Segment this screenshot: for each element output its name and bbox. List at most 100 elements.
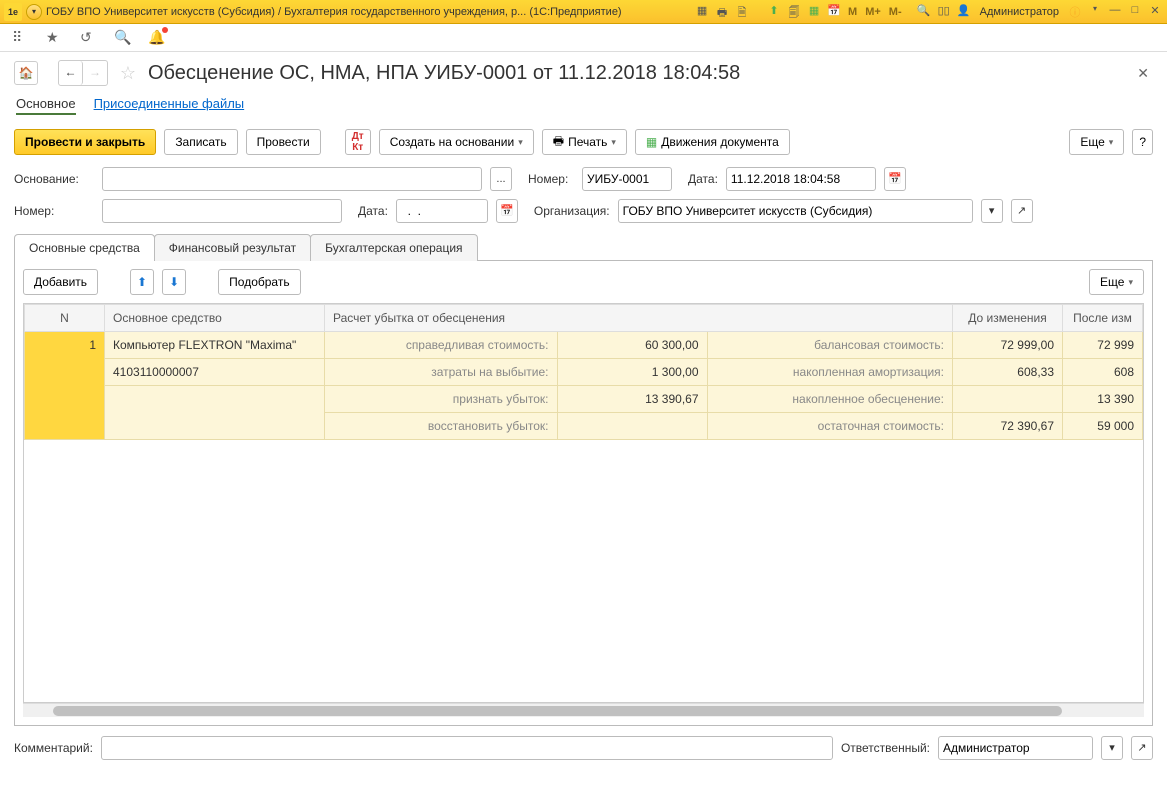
- memory-m-minus[interactable]: M-: [887, 6, 904, 18]
- footer-row: Комментарий: Ответственный: ▾ ↗: [14, 736, 1153, 760]
- more-button[interactable]: Еще▾: [1069, 129, 1124, 155]
- pick-button[interactable]: Подобрать: [218, 269, 300, 295]
- bell-icon[interactable]: 🔔: [148, 29, 166, 47]
- main-toolbar: ⠿ ★ ↺ 🔍 🔔: [0, 24, 1167, 52]
- date-input[interactable]: [726, 167, 876, 191]
- user-icon: 👤: [956, 4, 972, 20]
- cell-fair-value: 60 300,00: [557, 332, 707, 359]
- col-before[interactable]: До изменения: [953, 305, 1063, 332]
- cell-disposal: 1 300,00: [557, 359, 707, 386]
- tab-main[interactable]: Основное: [16, 96, 76, 115]
- report-icon[interactable]: 🗐: [786, 4, 802, 20]
- date-picker-button[interactable]: 📅: [884, 167, 906, 191]
- number-label: Номер:: [528, 172, 574, 186]
- basis-input[interactable]: [102, 167, 482, 191]
- basis-select-button[interactable]: ...: [490, 167, 512, 191]
- home-button[interactable]: 🏠: [14, 61, 38, 85]
- date2-picker-button[interactable]: 📅: [496, 199, 518, 223]
- responsible-input[interactable]: [938, 736, 1093, 760]
- info-caret[interactable]: ▾: [1087, 4, 1103, 20]
- create-based-button[interactable]: Создать на основании▾: [379, 129, 534, 155]
- cell-disposal-label: затраты на выбытие:: [325, 359, 558, 386]
- table-row[interactable]: 1 Компьютер FLEXTRON "Maxima" справедлив…: [25, 332, 1143, 359]
- history-icon[interactable]: ↺: [80, 29, 98, 47]
- print-icon[interactable]: 🖶: [714, 4, 730, 20]
- apps-icon[interactable]: ⠿: [12, 29, 30, 47]
- horizontal-scrollbar[interactable]: [23, 703, 1144, 717]
- zoom-icon[interactable]: 🔍: [916, 4, 932, 20]
- page-title: Обесценение ОС, НМА, НПА УИБУ-0001 от 11…: [148, 62, 740, 85]
- org-label: Организация:: [534, 204, 610, 218]
- org-input[interactable]: [618, 199, 973, 223]
- tab-files[interactable]: Присоединенные файлы: [94, 96, 245, 115]
- cell-amort-after: 608: [1063, 359, 1143, 386]
- info-icon[interactable]: ⓘ: [1067, 4, 1083, 20]
- col-after[interactable]: После изм: [1063, 305, 1143, 332]
- close-icon[interactable]: ✕: [1147, 4, 1163, 20]
- movements-button[interactable]: ▦Движения документа: [635, 129, 790, 155]
- printer-icon: 🖶: [553, 132, 564, 153]
- cell-amort-label: накопленная амортизация:: [707, 359, 952, 386]
- assets-table-wrap: N Основное средство Расчет убытка от обе…: [23, 303, 1144, 703]
- add-button[interactable]: Добавить: [23, 269, 98, 295]
- table-row[interactable]: признать убыток: 13 390,67 накопленное о…: [25, 386, 1143, 413]
- calendar2-icon[interactable]: 📅: [826, 4, 842, 20]
- tab-fin-result[interactable]: Финансовый результат: [154, 234, 311, 261]
- cell-fair-label: справедливая стоимость:: [325, 332, 558, 359]
- memory-m-plus[interactable]: M+: [863, 6, 883, 18]
- tab-more-button[interactable]: Еще▾: [1089, 269, 1144, 295]
- dt-kt-button[interactable]: ДтКт: [345, 129, 371, 155]
- col-n[interactable]: N: [25, 305, 105, 332]
- help-button[interactable]: ?: [1132, 129, 1153, 155]
- number-input[interactable]: [582, 167, 672, 191]
- save-button[interactable]: Записать: [164, 129, 237, 155]
- cell-restore-label: восстановить убыток:: [325, 413, 558, 440]
- cell-impair-before: [953, 386, 1063, 413]
- move-down-button[interactable]: ⬇: [162, 269, 186, 295]
- responsible-dropdown-button[interactable]: ▾: [1101, 736, 1123, 760]
- window-title: ГОБУ ВПО Университет искусств (Субсидия)…: [46, 6, 622, 18]
- minimize-icon[interactable]: —: [1107, 4, 1123, 20]
- number2-input[interactable]: [102, 199, 342, 223]
- top-tabs: Основное Присоединенные файлы: [14, 96, 1153, 115]
- col-asset[interactable]: Основное средство: [105, 305, 325, 332]
- tab-assets[interactable]: Основные средства: [14, 234, 155, 261]
- forward-button[interactable]: →: [83, 61, 107, 85]
- move-up-button[interactable]: ⬆: [130, 269, 154, 295]
- page-close-icon[interactable]: ✕: [1133, 65, 1153, 82]
- panels-icon[interactable]: ▯▯: [936, 4, 952, 20]
- tab-accounting[interactable]: Бухгалтерская операция: [310, 234, 477, 261]
- maximize-icon[interactable]: □: [1127, 4, 1143, 20]
- user-label[interactable]: Администратор: [976, 6, 1063, 18]
- cell-residual-before: 72 390,67: [953, 413, 1063, 440]
- cell-residual-after: 59 000: [1063, 413, 1143, 440]
- cell-asset-code: 4103110000007: [105, 359, 325, 386]
- app-menu-dropdown[interactable]: ▾: [26, 4, 42, 20]
- org-dropdown-button[interactable]: ▾: [981, 199, 1003, 223]
- favorite-icon[interactable]: ★: [46, 29, 64, 47]
- sub-tabs: Основные средства Финансовый результат Б…: [14, 233, 1153, 261]
- search-icon[interactable]: 🔍: [114, 29, 132, 47]
- responsible-label: Ответственный:: [841, 741, 930, 755]
- cell-n: 1: [25, 332, 105, 440]
- calc-icon[interactable]: ⬆: [766, 4, 782, 20]
- nav-icon[interactable]: ▦: [694, 4, 710, 20]
- post-and-close-button[interactable]: Провести и закрыть: [14, 129, 156, 155]
- calendar-icon[interactable]: ▦: [806, 4, 822, 20]
- comment-input[interactable]: [101, 736, 833, 760]
- comment-label: Комментарий:: [14, 741, 93, 755]
- table-row[interactable]: 4103110000007 затраты на выбытие: 1 300,…: [25, 359, 1143, 386]
- responsible-open-button[interactable]: ↗: [1131, 736, 1153, 760]
- form-row-1: Основание: ... Номер: Дата: 📅: [14, 167, 1153, 191]
- col-calc[interactable]: Расчет убытка от обесценения: [325, 305, 953, 332]
- org-open-button[interactable]: ↗: [1011, 199, 1033, 223]
- date2-input[interactable]: [396, 199, 488, 223]
- post-button[interactable]: Провести: [246, 129, 321, 155]
- tab-action-bar: Добавить ⬆ ⬇ Подобрать Еще▾: [23, 269, 1144, 295]
- back-button[interactable]: ←: [59, 61, 83, 85]
- print-button[interactable]: 🖶Печать▾: [542, 129, 627, 155]
- star-icon[interactable]: ☆: [116, 61, 140, 85]
- doc-icon[interactable]: 🗎: [734, 4, 750, 20]
- cell-balance-label: балансовая стоимость:: [707, 332, 952, 359]
- memory-m[interactable]: M: [846, 6, 859, 18]
